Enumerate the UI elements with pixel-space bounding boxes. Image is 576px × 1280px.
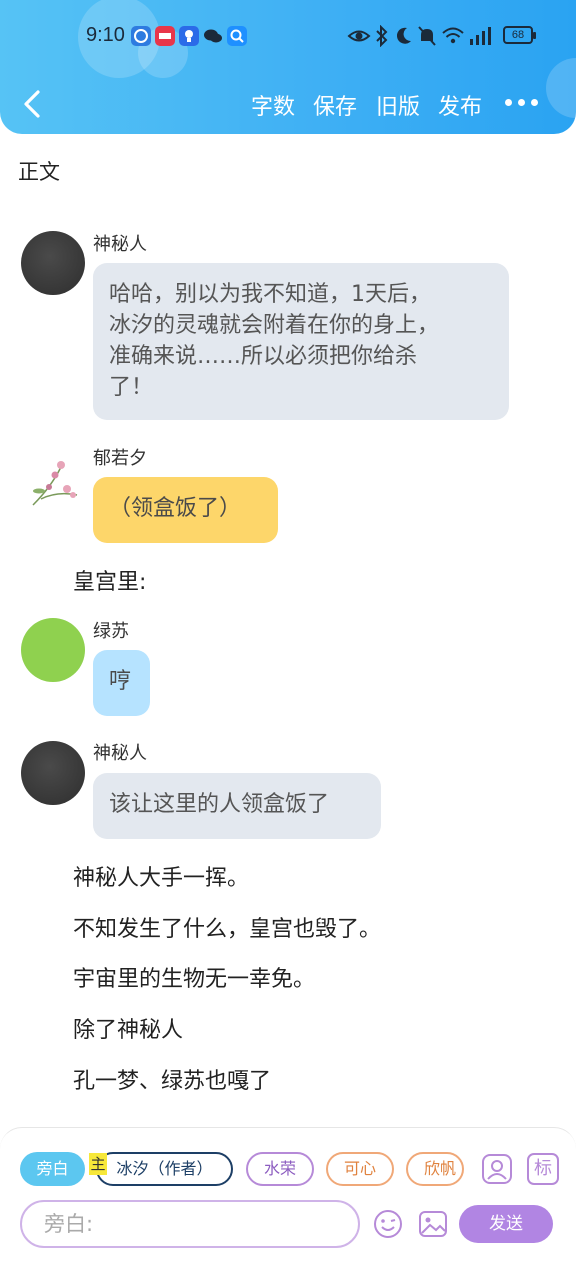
message-line: 了！ [109, 375, 154, 400]
role-chip-narrator[interactable]: 旁白 [20, 1152, 85, 1186]
message-bubble[interactable]: 该让这里的人领盒饭了 [93, 773, 381, 839]
status-bar: 9:10 68 [0, 22, 576, 52]
message-line: 哈哈，别以为我不知道，1天后， [109, 282, 431, 307]
save-button[interactable]: 保存 [313, 89, 357, 121]
publish-button[interactable]: 发布 [438, 89, 482, 121]
role-chip[interactable]: 水荣 [246, 1152, 314, 1186]
eye-icon [347, 30, 371, 42]
search-app-icon [227, 26, 247, 46]
more-dots-icon[interactable] [505, 99, 539, 109]
chevron-left-icon[interactable] [18, 88, 48, 120]
signal-icon [470, 27, 491, 45]
wechat-icon [203, 26, 223, 46]
avatar[interactable] [21, 618, 85, 682]
header-decoration [546, 58, 576, 118]
image-icon[interactable] [417, 1208, 449, 1240]
sender-name: 神秘人 [93, 743, 147, 764]
bluetooth-icon [376, 25, 388, 47]
word-count-button[interactable]: 字数 [251, 89, 295, 121]
moon-icon [396, 27, 411, 44]
sender-name: 绿苏 [93, 621, 129, 642]
message-bubble[interactable]: （领盒饭了） [93, 477, 278, 543]
narration-text: 宇宙里的生物无一幸免。 [73, 967, 316, 992]
sender-name: 郁若夕 [93, 448, 147, 469]
battery-indicator: 68 [503, 26, 536, 44]
message-line: 冰汐的灵魂就会附着在你的身上， [109, 313, 440, 338]
section-title: 正文 [18, 160, 60, 184]
tag-button[interactable]: 标 [527, 1153, 559, 1185]
bulb-app-icon [179, 26, 199, 46]
message-text: 哼 [109, 669, 132, 694]
status-time: 9:10 [86, 24, 125, 46]
browser-icon [131, 26, 151, 46]
avatar[interactable] [21, 447, 85, 511]
role-chip-main[interactable]: 冰汐（作者） [96, 1152, 233, 1186]
send-button[interactable]: 发送 [459, 1205, 553, 1243]
narration-text: 不知发生了什么，皇宫也毁了。 [73, 917, 382, 942]
old-version-button[interactable]: 旧版 [376, 89, 420, 121]
emoji-icon[interactable] [372, 1208, 404, 1240]
app-header: 9:10 68 字数 保存 旧版 发布 [0, 0, 576, 134]
role-chip[interactable]: 欣帆 [406, 1152, 464, 1186]
narration-text: 孔一梦、绿苏也嘎了 [73, 1069, 272, 1094]
narration-text: 皇宫里: [73, 570, 147, 595]
wifi-icon [442, 27, 464, 44]
bell-off-icon [418, 26, 436, 46]
news-app-icon [155, 26, 175, 46]
message-text: 该让这里的人领盒饭了 [109, 792, 330, 817]
message-line: 准确来说……所以必须把你给杀 [109, 344, 418, 369]
tag-label: 标 [534, 1158, 552, 1179]
user-card-icon[interactable] [481, 1153, 513, 1185]
narration-input[interactable] [20, 1200, 360, 1248]
message-text: （领盒饭了） [109, 496, 242, 521]
role-chip[interactable]: 可心 [326, 1152, 394, 1186]
narration-text: 除了神秘人 [73, 1018, 184, 1043]
avatar[interactable] [21, 741, 85, 805]
main-role-badge: 主 [89, 1153, 107, 1175]
message-bubble[interactable]: 哼 [93, 650, 150, 716]
avatar[interactable] [21, 231, 85, 295]
narration-text: 神秘人大手一挥。 [73, 866, 250, 891]
message-bubble[interactable]: 哈哈，别以为我不知道，1天后， 冰汐的灵魂就会附着在你的身上， 准确来说……所以… [93, 263, 509, 420]
sender-name: 神秘人 [93, 234, 147, 255]
